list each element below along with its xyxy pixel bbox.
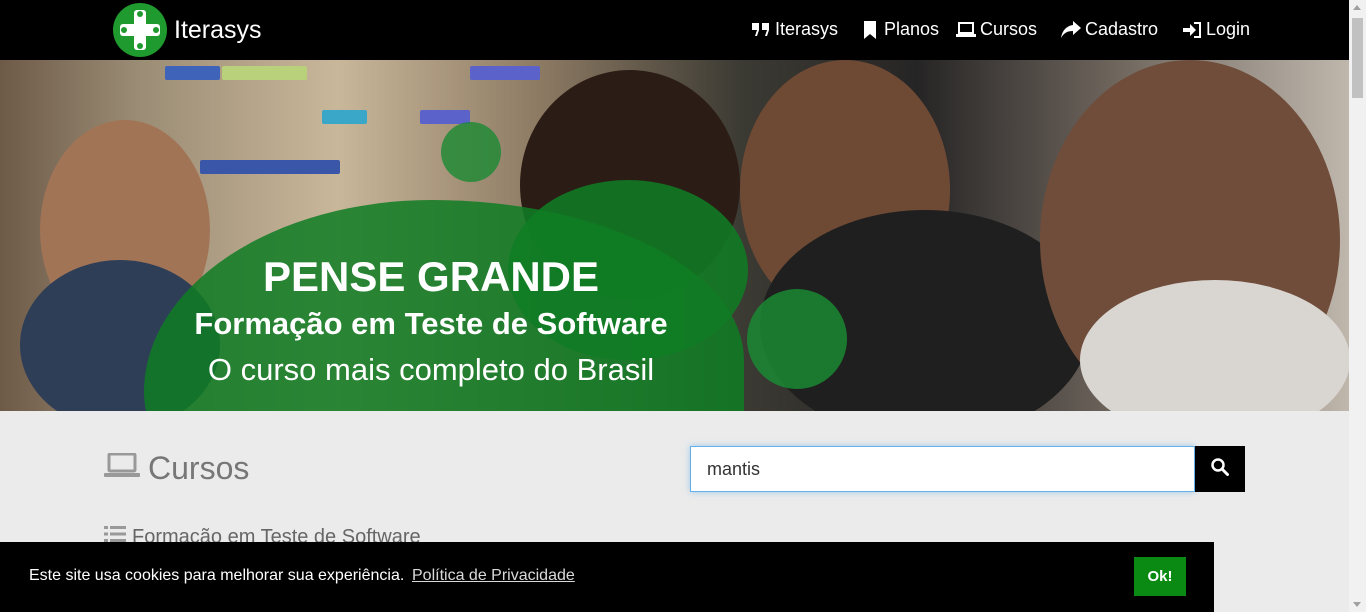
hero-banner: PENSE GRANDE Formação em Teste de Softwa… bbox=[0, 60, 1349, 411]
scroll-up-icon[interactable] bbox=[1353, 5, 1361, 10]
page-scrollbar[interactable] bbox=[1349, 0, 1366, 612]
nav-item-planos[interactable]: Planos bbox=[860, 19, 939, 40]
bookmark-icon bbox=[860, 20, 880, 40]
scroll-down-icon[interactable] bbox=[1353, 602, 1361, 607]
cookie-ok-button[interactable]: Ok! bbox=[1134, 557, 1186, 596]
cookie-banner: Este site usa cookies para melhorar sua … bbox=[0, 542, 1214, 612]
sign-in-icon bbox=[1182, 20, 1202, 40]
scrollbar-thumb[interactable] bbox=[1352, 18, 1363, 98]
section-heading: Cursos bbox=[104, 450, 249, 487]
brand-name[interactable]: Iterasys bbox=[174, 16, 262, 45]
nav-item-label: Cadastro bbox=[1085, 19, 1159, 39]
search-button[interactable] bbox=[1195, 446, 1245, 492]
nav-item-label: Login bbox=[1206, 19, 1251, 39]
laptop-icon bbox=[104, 450, 140, 487]
green-cross-logo-icon[interactable] bbox=[112, 2, 168, 58]
green-circle bbox=[441, 122, 501, 182]
search-icon bbox=[1211, 457, 1229, 481]
nav-item-label: Planos bbox=[884, 19, 940, 39]
share-arrow-icon bbox=[1061, 20, 1081, 40]
nav-item-label: Cursos bbox=[980, 19, 1038, 39]
quote-icon bbox=[751, 20, 771, 40]
hero-title: PENSE GRANDE bbox=[262, 253, 600, 300]
hero-tagline: O curso mais completo do Brasil bbox=[207, 352, 655, 387]
search-input[interactable] bbox=[690, 446, 1195, 492]
privacy-policy-link[interactable]: Política de Privacidade bbox=[412, 567, 575, 585]
nav-item-cursos[interactable]: Cursos bbox=[956, 19, 1037, 40]
nav-item-label: Iterasys bbox=[775, 19, 839, 39]
nav-item-cadastro[interactable]: Cadastro bbox=[1061, 19, 1158, 40]
cookie-message: Este site usa cookies para melhorar sua … bbox=[29, 567, 405, 584]
section-title: Cursos bbox=[148, 450, 250, 486]
nav-item-iterasys[interactable]: Iterasys bbox=[751, 19, 838, 40]
nav-item-login[interactable]: Login bbox=[1182, 19, 1250, 40]
top-navbar: Iterasys Iterasys Planos Cursos Cadastro… bbox=[0, 0, 1349, 60]
laptop-icon bbox=[956, 20, 976, 40]
hero-subtitle: Formação em Teste de Software bbox=[194, 306, 668, 341]
